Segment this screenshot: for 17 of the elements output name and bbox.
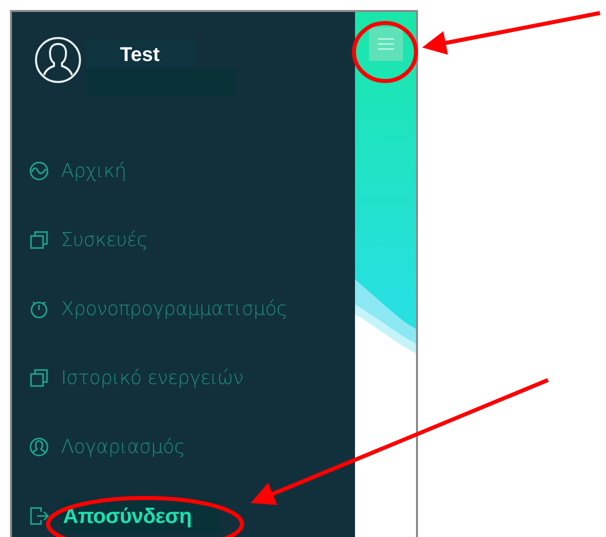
menu-item[interactable]: Ιστορικό ενεργειών [61, 366, 244, 388]
copy-icon [29, 368, 49, 388]
menu-item[interactable]: Λογαριασμός [61, 436, 185, 458]
menu-item[interactable]: Αποσύνδεση [61, 498, 220, 532]
chart-icon [29, 160, 49, 180]
avatar-icon [34, 36, 82, 84]
menu-item[interactable]: Συσκευές [61, 228, 148, 250]
user-icon [29, 436, 49, 456]
menu-item[interactable]: Αρχική [61, 160, 126, 182]
menu-button[interactable] [368, 27, 402, 61]
copy-icon [29, 230, 49, 250]
menu-icon [378, 38, 394, 50]
annotation-ellipse [352, 21, 418, 83]
user-name: Test [120, 44, 160, 67]
menu-item[interactable]: Χρονοπρογραμματισμός [61, 298, 288, 320]
stopwatch-icon [29, 298, 49, 318]
exit-icon [29, 506, 49, 526]
